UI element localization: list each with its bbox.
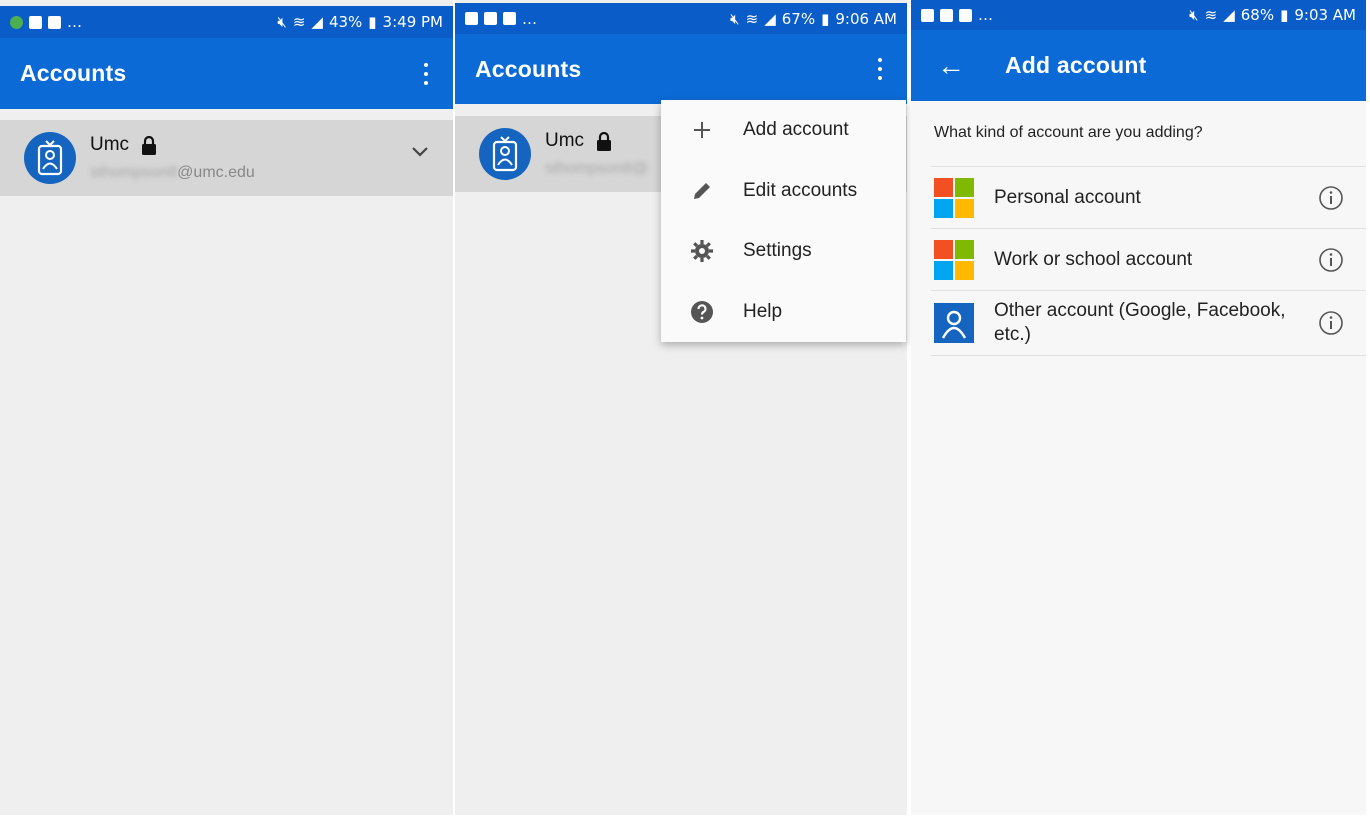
option-personal-account[interactable]: Personal account — [931, 166, 1366, 228]
account-email: sthompson8@ — [545, 160, 649, 177]
menu-item-label: Help — [743, 300, 783, 322]
prompt-text: What kind of account are you adding? — [934, 124, 1203, 141]
clock: 9:03 AM — [1294, 6, 1356, 24]
battery-icon: ▮ — [368, 13, 377, 31]
back-arrow-icon[interactable]: ← — [937, 51, 965, 80]
browser-notification-icon — [921, 8, 934, 22]
overflow-menu: Add account Edit accounts Settings Help — [661, 100, 906, 342]
flag-notification-icon — [959, 8, 972, 22]
help-icon — [689, 299, 715, 325]
pencil-icon — [689, 178, 715, 204]
menu-item-edit-accounts[interactable]: Edit accounts — [661, 161, 906, 222]
gear-icon — [689, 238, 715, 264]
browser-notification-icon — [484, 12, 497, 25]
image-notification-icon — [29, 15, 42, 29]
info-icon[interactable] — [1318, 247, 1344, 273]
status-bar: … 🔇︎ ≋ ◢ 43% ▮ 3:49 PM — [0, 6, 453, 38]
status-bar: … 🔇︎ ≋ ◢ 68% ▮ 9:03 AM — [911, 0, 1366, 30]
badge-avatar-icon — [479, 128, 531, 180]
overflow-menu-icon[interactable] — [423, 62, 429, 85]
lock-icon — [597, 131, 612, 151]
status-bar: … 🔇︎ ≋ ◢ 67% ▮ 9:06 AM — [455, 3, 907, 34]
cloud-notification-icon — [503, 12, 516, 25]
more-notifications-icon: … — [67, 13, 82, 31]
play-notification-icon — [48, 15, 61, 29]
option-work-school-account[interactable]: Work or school account — [931, 228, 1366, 290]
overflow-menu-icon[interactable] — [877, 58, 883, 80]
account-email: sthompson8@umc.edu — [90, 164, 255, 181]
microsoft-logo-icon — [934, 177, 974, 218]
option-label: Other account (Google, Facebook, etc.) — [994, 300, 1286, 345]
mute-icon: 🔇︎ — [730, 9, 740, 28]
battery-icon: ▮ — [821, 9, 830, 28]
battery-level: 68% — [1240, 6, 1275, 24]
menu-item-label: Add account — [743, 119, 849, 141]
screen-add-account: … 🔇︎ ≋ ◢ 68% ▮ 9:03 AM ← Add account Wha… — [911, 0, 1366, 815]
wifi-icon: ≋ — [292, 13, 306, 31]
lock-icon — [142, 135, 157, 155]
image-notification-icon — [465, 12, 478, 25]
info-icon[interactable] — [1318, 185, 1344, 211]
option-label: Personal account — [994, 186, 1141, 208]
notification-icons: … — [921, 6, 993, 24]
clock: 9:06 AM — [835, 9, 897, 28]
battery-icon: ▮ — [1280, 6, 1289, 24]
cloud-notification-icon — [940, 8, 953, 22]
screen-accounts: … 🔇︎ ≋ ◢ 43% ▮ 3:49 PM Accounts Umc stho… — [0, 0, 453, 815]
account-name: Umc — [90, 134, 130, 155]
signal-icon: ◢ — [1223, 6, 1235, 24]
person-icon — [934, 303, 974, 343]
battery-level: 43% — [328, 13, 363, 31]
wifi-icon: ≋ — [745, 9, 759, 28]
microsoft-logo-icon — [934, 239, 974, 280]
battery-level: 67% — [781, 9, 816, 28]
badge-avatar-icon — [24, 132, 76, 184]
menu-item-settings[interactable]: Settings — [661, 221, 906, 282]
chevron-down-icon[interactable] — [411, 146, 429, 158]
more-notifications-icon: … — [978, 6, 993, 24]
more-notifications-icon: … — [522, 9, 537, 28]
wifi-icon: ≋ — [1204, 6, 1218, 24]
menu-item-help[interactable]: Help — [661, 282, 906, 343]
mute-icon: 🔇︎ — [277, 13, 287, 31]
page-title: Add account — [1005, 52, 1147, 78]
app-bar: ← Add account — [911, 30, 1366, 101]
mute-icon: 🔇︎ — [1189, 6, 1199, 24]
page-title: Accounts — [20, 60, 127, 86]
menu-item-label: Edit accounts — [743, 179, 858, 201]
option-other-account[interactable]: Other account (Google, Facebook, etc.) — [931, 290, 1366, 356]
page-title: Accounts — [475, 55, 582, 82]
clock: 3:49 PM — [382, 13, 443, 31]
account-row[interactable]: Umc sthompson8@umc.edu — [0, 120, 453, 196]
plus-icon — [689, 117, 715, 143]
signal-icon: ◢ — [311, 13, 323, 31]
notification-icons: … — [465, 10, 537, 28]
app-bar: Accounts — [455, 34, 907, 104]
menu-item-label: Settings — [743, 240, 812, 262]
app-bar: Accounts — [0, 38, 453, 109]
menu-item-add-account[interactable]: Add account — [661, 100, 906, 161]
notification-icons: … — [10, 13, 82, 31]
account-name: Umc — [545, 130, 585, 151]
option-label: Work or school account — [994, 248, 1193, 270]
info-icon[interactable] — [1318, 310, 1344, 336]
signal-icon: ◢ — [764, 9, 776, 28]
app-notification-icon — [10, 15, 23, 29]
